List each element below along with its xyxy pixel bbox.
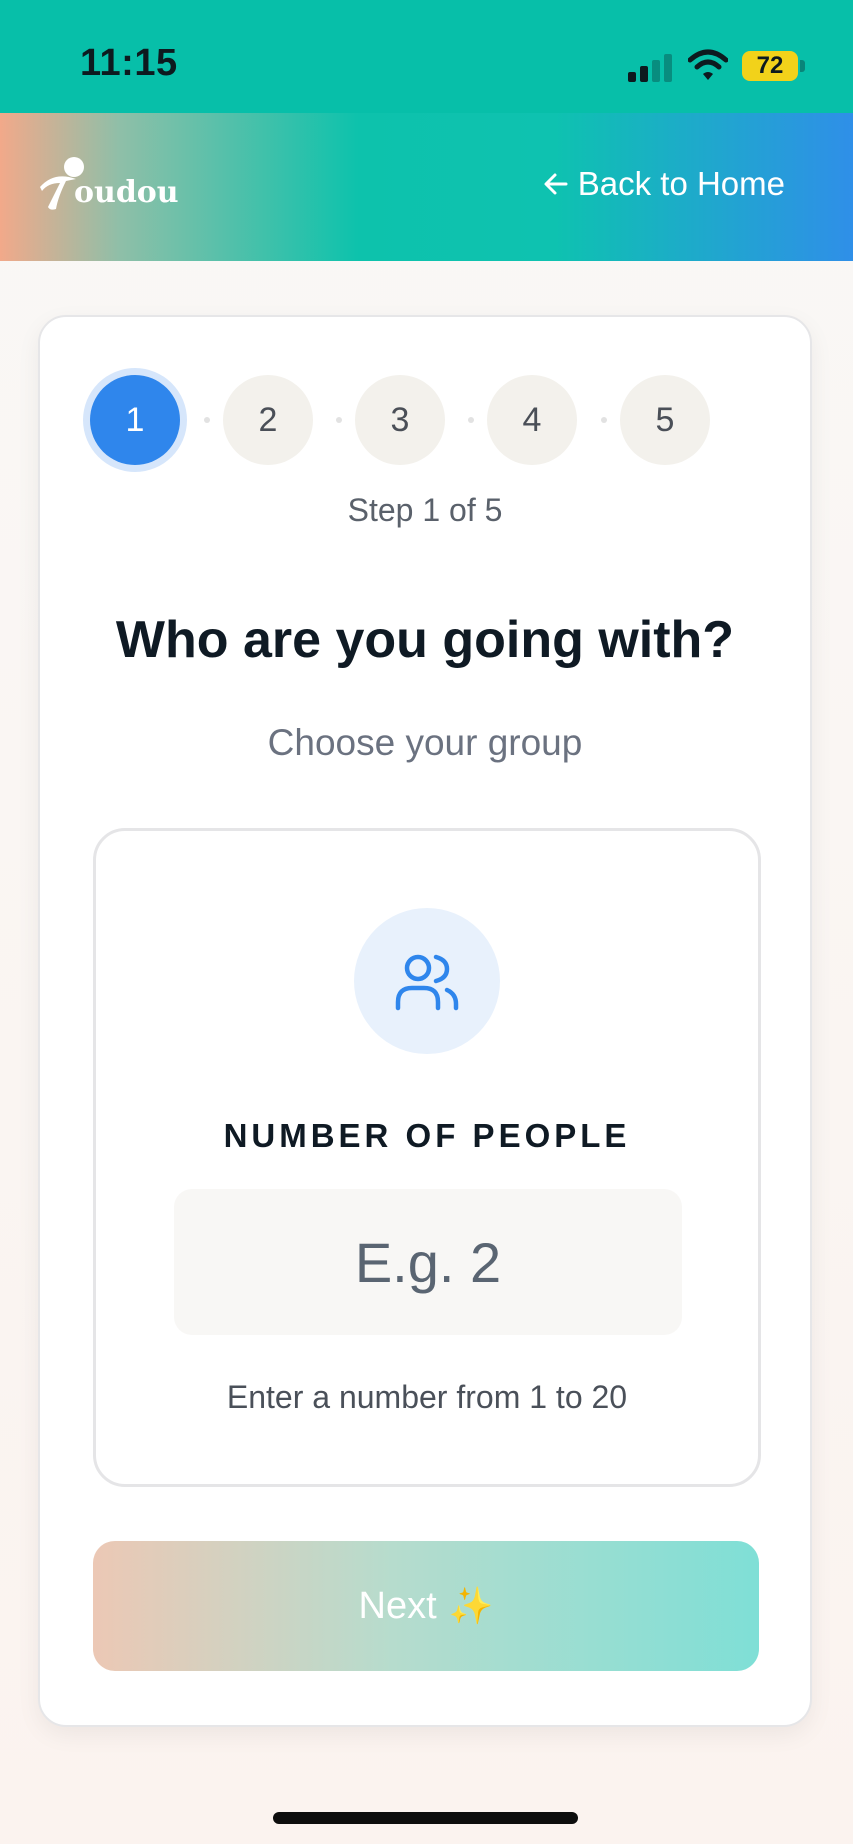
back-to-home-label: Back to Home [577,165,785,202]
number-of-people-label: NUMBER OF PEOPLE [223,1117,631,1154]
next-button-label: Next [358,1584,437,1627]
toudou-logo[interactable]: oudou [36,145,179,225]
step-2[interactable]: 2 [223,375,313,465]
back-to-home-link[interactable]: Back to Home [542,165,785,203]
step-1[interactable]: 1 [90,375,180,465]
step-connector [204,417,210,423]
step-progress: 1 2 3 4 5 [40,317,810,497]
wizard-card: 1 2 3 4 5 Step 1 of 5 Who are you going … [38,315,812,1727]
step-counter: Step 1 of 5 [347,492,503,528]
home-indicator[interactable] [273,1812,578,1824]
next-button[interactable]: Next ✨ [93,1541,759,1671]
step-5[interactable]: 5 [620,375,710,465]
wifi-icon [688,49,728,80]
app-header: oudou Back to Home [0,113,853,261]
number-of-people-input[interactable] [174,1189,682,1335]
question-subtitle: Choose your group [267,722,583,763]
users-icon [395,954,459,1011]
status-bar: 11:15 72 [0,0,853,113]
step-3[interactable]: 3 [355,375,445,465]
battery-tip [800,60,805,72]
cellular-signal-icon [628,52,674,82]
arrow-left-icon [544,173,568,195]
people-badge [354,908,500,1054]
step-connector [601,417,607,423]
question-title: Who are you going with? [115,611,735,669]
battery-indicator: 72 [742,51,798,81]
step-connector [468,417,474,423]
logo-text: oudou [74,175,179,210]
status-time: 11:15 [80,42,178,84]
step-connector [336,417,342,423]
group-size-panel: NUMBER OF PEOPLE Enter a number from 1 t… [93,828,761,1487]
step-4[interactable]: 4 [487,375,577,465]
sparkles-icon: ✨ [448,1585,494,1626]
number-of-people-hint: Enter a number from 1 to 20 [226,1379,628,1415]
